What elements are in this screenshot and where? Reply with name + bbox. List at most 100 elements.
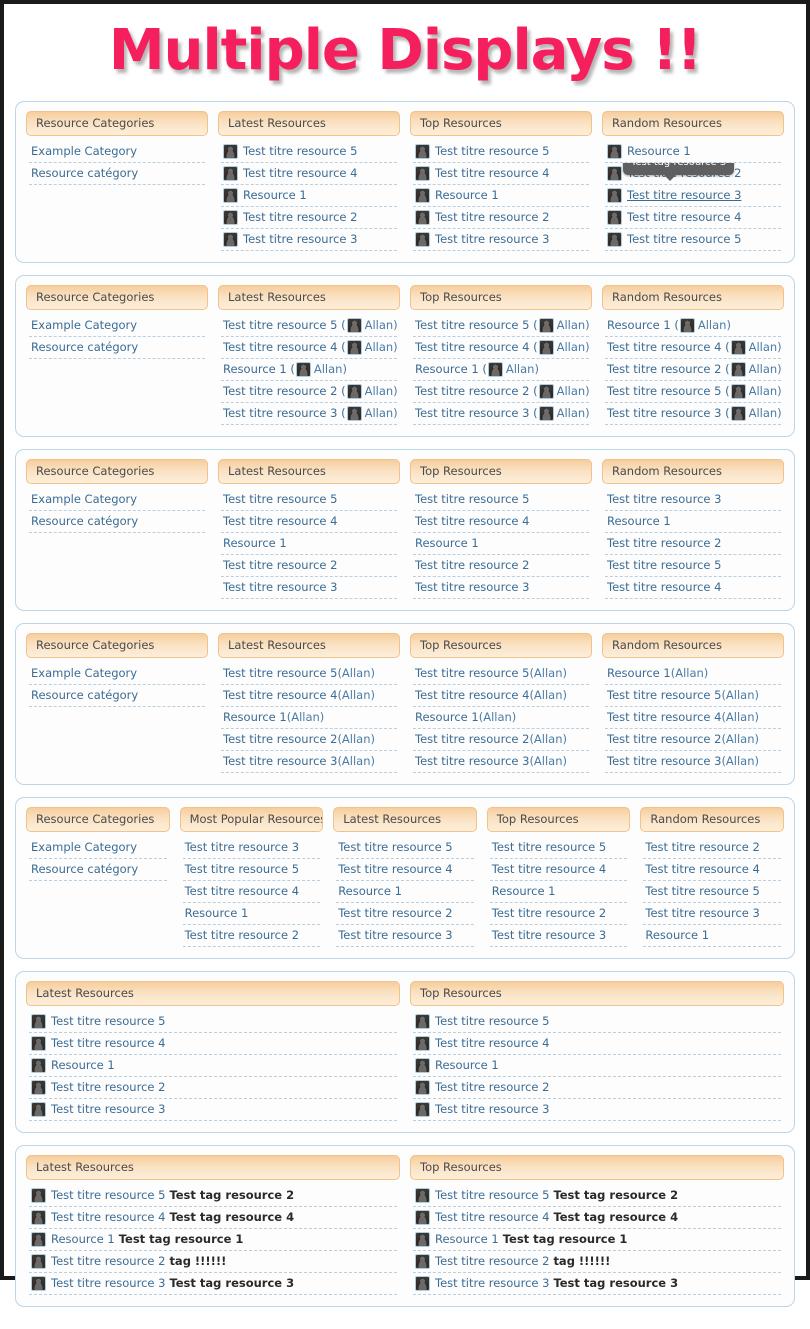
category-list-item[interactable]: Resource catégory [29, 685, 205, 707]
resource-tag[interactable]: Test tag resource 3 [169, 1276, 294, 1291]
resource-tag[interactable]: Test tag resource 2 [169, 1188, 294, 1203]
resource-link[interactable]: Test titre resource 4 [51, 1036, 165, 1051]
resource-list-item[interactable]: Test titre resource 5 [413, 1011, 781, 1033]
resource-link[interactable]: Test titre resource 3 [492, 928, 606, 943]
resource-list-item[interactable]: Test titre resource 5 ( Allan) [221, 315, 397, 337]
resource-list-item[interactable]: Test titre resource 2 [29, 1077, 397, 1099]
resource-link[interactable]: Test titre resource 5 [223, 666, 337, 681]
resource-author[interactable]: Allan) [749, 340, 781, 355]
resource-link[interactable]: Test titre resource 2 [415, 732, 529, 747]
resource-link[interactable]: Test titre resource 3 [415, 580, 529, 595]
resource-list-item[interactable]: Test titre resource 3 [605, 489, 781, 511]
resource-list-item[interactable]: Test titre resource 5 [643, 881, 781, 903]
resource-list-item[interactable]: Test titre resource 3 [413, 229, 589, 251]
resource-list-item[interactable]: Test titre resource 4 [605, 577, 781, 599]
resource-link[interactable]: Test titre resource 2 [51, 1254, 165, 1269]
resource-author[interactable]: (Allan) [337, 754, 375, 769]
category-link[interactable]: Example Category [31, 840, 137, 855]
resource-list-item[interactable]: Resource 1 [29, 1055, 397, 1077]
resource-link[interactable]: Resource 1 [435, 1058, 499, 1073]
category-list-item[interactable]: Resource catégory [29, 859, 167, 881]
resource-link[interactable]: Resource 1 [627, 144, 691, 159]
resource-list-item[interactable]: Resource 1 [605, 141, 781, 163]
resource-link[interactable]: Test titre resource 4 [607, 580, 721, 595]
resource-list-item[interactable]: Test titre resource 5 [221, 141, 397, 163]
category-link[interactable]: Resource catégory [31, 166, 138, 181]
resource-list-item[interactable]: Test titre resource 5 ( Allan) [605, 381, 781, 403]
resource-list-item[interactable]: Test titre resource 3 (Allan) [221, 751, 397, 773]
resource-link[interactable]: Test titre resource 4 [243, 166, 357, 181]
resource-list-item[interactable]: Test titre resource 5 Test tag resource 2 [29, 1185, 397, 1207]
resource-link[interactable]: Test titre resource 5 ( [607, 384, 730, 399]
resource-link[interactable]: Test titre resource 3 [51, 1276, 165, 1291]
resource-list-item[interactable]: Test titre resource 4 [489, 859, 628, 881]
resource-list-item[interactable]: Test titre resource 4 [413, 511, 589, 533]
resource-link[interactable]: Test titre resource 3 [338, 928, 452, 943]
resource-list-item[interactable]: Test titre resource 2 (Allan) [221, 729, 397, 751]
resource-link[interactable]: Test titre resource 4 [51, 1210, 165, 1225]
resource-author[interactable]: (Allan) [479, 710, 517, 725]
resource-author[interactable]: (Allan) [337, 688, 375, 703]
resource-list-item[interactable]: Test titre resource 3 [413, 1099, 781, 1121]
resource-list-item[interactable]: Test titre resource 2 ( Allan) [221, 381, 397, 403]
resource-link[interactable]: Resource 1 [243, 188, 307, 203]
resource-link[interactable]: Test titre resource 3 [243, 232, 357, 247]
resource-link[interactable]: Test titre resource 4 [607, 710, 721, 725]
resource-link[interactable]: Resource 1 [492, 884, 556, 899]
resource-link[interactable]: Test titre resource 2 [338, 906, 452, 921]
resource-list-item[interactable]: Test titre resource 2 [413, 1077, 781, 1099]
resource-tag[interactable]: Test tag resource 4 [553, 1210, 678, 1225]
resource-list-item[interactable]: Test titre resource 4 (Allan) [413, 685, 589, 707]
resource-list-item[interactable]: Test titre resource 4 [605, 207, 781, 229]
resource-list-item[interactable]: Test titre resource 5 [336, 837, 474, 859]
resource-link[interactable]: Test titre resource 2 [51, 1080, 165, 1095]
resource-link[interactable]: Resource 1 [223, 536, 287, 551]
category-list-item[interactable]: Resource catégory [29, 511, 205, 533]
resource-author[interactable]: (Allan) [721, 710, 759, 725]
resource-link[interactable]: Test titre resource 2 [607, 536, 721, 551]
resource-link[interactable]: Test titre resource 4 [415, 688, 529, 703]
resource-list-item[interactable]: Resource 1 (Allan) [413, 707, 589, 729]
resource-link[interactable]: Test titre resource 3 [645, 906, 759, 921]
resource-link[interactable]: Test titre resource 3 [223, 580, 337, 595]
resource-list-item[interactable]: Test titre resource 3 (Allan) [413, 751, 589, 773]
resource-list-item[interactable]: Test titre resource 5 [489, 837, 628, 859]
resource-list-item[interactable]: Test titre resource 4 [221, 163, 397, 185]
resource-list-item[interactable]: Test titre resource 5 ( Allan) [413, 315, 589, 337]
category-link[interactable]: Example Category [31, 666, 137, 681]
resource-list-item[interactable]: Test titre resource 4 [182, 881, 321, 903]
resource-author[interactable]: Allan) [365, 406, 397, 421]
resource-list-item[interactable]: Test titre resource 2 [489, 903, 628, 925]
category-link[interactable]: Resource catégory [31, 688, 138, 703]
resource-tag[interactable]: tag !!!!!! [553, 1254, 610, 1269]
resource-link[interactable]: Resource 1 [607, 514, 671, 529]
resource-list-item[interactable]: Test titre resource 4 [29, 1033, 397, 1055]
resource-author[interactable]: (Allan) [721, 754, 759, 769]
resource-list-item[interactable]: Resource 1 [182, 903, 321, 925]
resource-author[interactable]: Allan) [749, 406, 781, 421]
resource-link[interactable]: Test titre resource 3 [223, 754, 337, 769]
resource-link[interactable]: Test titre resource 4 ( [415, 340, 538, 355]
resource-list-item[interactable]: Test titre resource 2 [182, 925, 321, 947]
resource-list-item[interactable]: Test titre resource 4 (Allan) [605, 707, 781, 729]
resource-list-item[interactable]: Test titre resource 4 ( Allan) [413, 337, 589, 359]
resource-link[interactable]: Resource 1 [185, 906, 249, 921]
resource-author[interactable]: (Allan) [721, 688, 759, 703]
resource-link[interactable]: Resource 1 ( [223, 362, 295, 377]
resource-list-item[interactable]: Test titre resource 5 [605, 229, 781, 251]
resource-author[interactable]: (Allan) [721, 732, 759, 747]
resource-list-item[interactable]: Test titre resource 2 (Allan) [413, 729, 589, 751]
resource-list-item[interactable]: Resource 1 [413, 1055, 781, 1077]
resource-link[interactable]: Test titre resource 4 [338, 862, 452, 877]
resource-link[interactable]: Test titre resource 5 [223, 492, 337, 507]
resource-list-item[interactable]: Resource 1 [413, 185, 589, 207]
resource-list-item[interactable]: Test titre resource 2 ( Allan) [413, 381, 589, 403]
resource-author[interactable]: Allan) [314, 362, 347, 377]
resource-list-item[interactable]: Resource 1 (Allan) [605, 663, 781, 685]
resource-link[interactable]: Test titre resource 3 ( [607, 406, 730, 421]
resource-link[interactable]: Resource 1 [435, 188, 499, 203]
resource-link[interactable]: Test titre resource 4 [435, 166, 549, 181]
resource-link[interactable]: Test titre resource 2 [243, 210, 357, 225]
resource-list-item[interactable]: Test titre resource 2Test tag resource 3 [605, 163, 781, 185]
resource-author[interactable]: Allan) [749, 362, 781, 377]
